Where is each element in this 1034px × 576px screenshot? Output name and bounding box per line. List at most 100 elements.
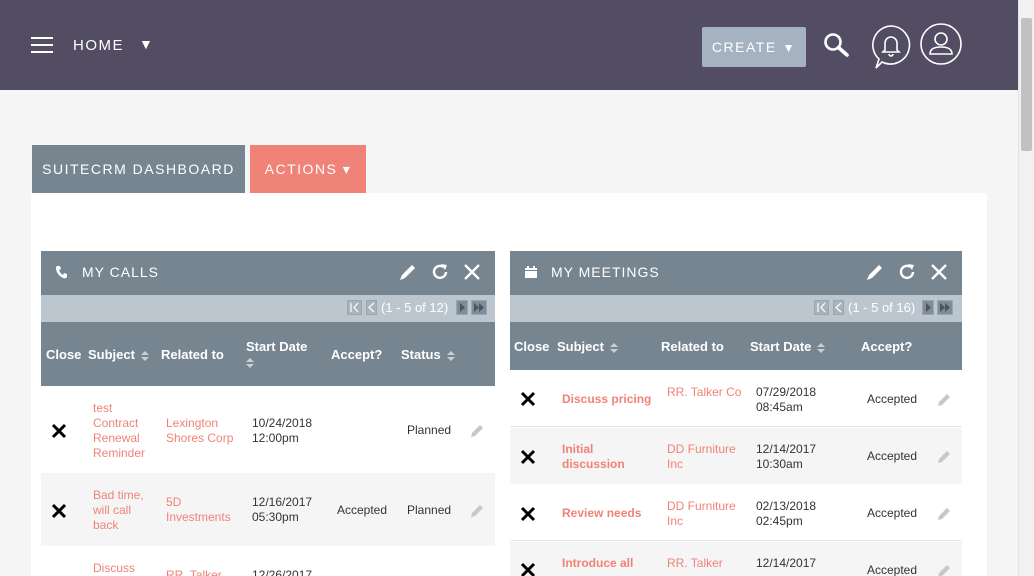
menu-icon[interactable] [31,37,53,53]
table-row: Discuss RR. Talker 12/26/2017 [41,546,495,576]
home-dropdown-caret-icon[interactable]: ▼ [139,36,153,52]
column-header-accept: Accept? [331,347,383,362]
edit-pencil-icon[interactable] [469,423,485,439]
table-row: Discuss pricing RR. Talker Co 07/29/2018… [510,370,962,427]
column-header-close: Close [514,339,550,354]
table-header: Close Subject Related to Start Date Acce… [41,322,495,386]
call-subject-link[interactable]: Bad time, will call back [93,488,151,533]
column-header-label: Status [401,347,441,362]
column-header-label: Start Date [246,339,308,354]
pagination-count: (1 - 5 of 12) [381,300,449,315]
pagination-count: (1 - 5 of 16) [848,300,916,315]
meeting-subject-link[interactable]: Review needs [562,506,657,521]
dashlet-title: MY CALLS [82,264,159,280]
create-button-label: CREATE [711,39,777,55]
home-nav-label[interactable]: HOME [73,37,124,54]
calendar-icon [525,266,537,278]
close-meeting-icon[interactable] [520,449,536,465]
table-row: test Contract Renewal Reminder Lexington… [41,386,495,473]
prev-page-icon[interactable] [833,300,844,315]
table-row: Introduce all RR. Talker 12/14/2017 Acce… [510,542,962,576]
refresh-icon[interactable] [896,261,918,283]
top-navigation-bar: HOME ▼ CREATE ▼ [0,0,1018,90]
search-icon[interactable] [822,32,850,60]
table-row: Bad time, will call back 5D Investments … [41,473,495,546]
column-header-status[interactable]: Status [401,347,455,362]
column-header-close: Close [46,347,82,362]
meeting-related-link[interactable]: RR. Talker [667,556,742,571]
call-related-link[interactable]: Lexington Shores Corp [166,416,241,446]
meeting-subject-link[interactable]: Discuss pricing [562,392,657,407]
close-dashlet-icon[interactable] [928,261,950,283]
create-button[interactable]: CREATE ▼ [702,27,806,67]
column-header-subject[interactable]: Subject [88,347,149,362]
close-dashlet-icon[interactable] [461,261,483,283]
sort-icon [817,342,826,353]
last-page-icon[interactable] [471,300,487,315]
meeting-subject-link[interactable]: Initial discussion [562,442,632,472]
first-page-icon[interactable] [814,300,829,315]
call-subject-link[interactable]: Discuss [93,561,151,576]
next-page-icon[interactable] [456,300,468,315]
refresh-icon[interactable] [429,261,451,283]
column-header-subject[interactable]: Subject [557,339,618,354]
page-scrollbar[interactable] [1018,0,1034,576]
scrollbar-thumb[interactable] [1021,18,1032,151]
call-start-date: 10/24/2018 12:00pm [252,416,313,445]
edit-dashlet-icon[interactable] [864,261,886,283]
meeting-accept-status: Accepted [867,506,918,520]
meeting-related-link[interactable]: DD Furniture Inc [667,499,742,529]
tab-suitecrm-dashboard[interactable]: SUITECRM DASHBOARD [32,145,245,193]
call-related-link[interactable]: RR. Talker [166,568,241,576]
column-header-label: Subject [88,347,135,362]
meeting-subject-link[interactable]: Introduce all [562,556,642,571]
close-meeting-icon[interactable] [520,391,536,407]
call-related-link[interactable]: 5D Investments [166,495,241,525]
user-profile-icon[interactable] [920,23,962,65]
edit-pencil-icon[interactable] [936,563,952,576]
meeting-start-date: 07/29/2018 08:45am [756,385,817,414]
call-subject-link[interactable]: test Contract Renewal Reminder [93,401,153,461]
column-header-start-date[interactable]: Start Date [246,339,307,369]
last-page-icon[interactable] [937,300,953,315]
table-header: Close Subject Related to Start Date Acce… [510,322,962,370]
dashlet-header: MY MEETINGS [510,251,962,295]
meeting-start-date: 12/14/2017 [756,556,817,570]
close-call-icon[interactable] [51,503,67,519]
actions-dropdown-button[interactable]: ACTIONS ▾ [250,145,366,193]
prev-page-icon[interactable] [366,300,377,315]
column-header-start-date[interactable]: Start Date [750,339,826,354]
edit-dashlet-icon[interactable] [397,261,419,283]
meeting-related-link[interactable]: RR. Talker Co [667,385,742,400]
next-page-icon[interactable] [922,300,934,315]
call-status: Planned [407,423,452,437]
create-caret-icon: ▼ [782,41,797,55]
meeting-accept-status: Accepted [867,563,918,576]
edit-pencil-icon[interactable] [936,449,952,465]
close-call-icon[interactable] [51,423,67,439]
call-accept-status: Accepted [337,503,388,517]
column-header-related-to: Related to [161,347,224,362]
edit-pencil-icon[interactable] [469,503,485,519]
notification-bell-icon[interactable] [870,24,912,70]
close-meeting-icon[interactable] [520,506,536,522]
dashlet-header: MY CALLS [41,251,495,295]
call-start-date: 12/16/2017 05:30pm [252,495,313,524]
call-start-date: 12/26/2017 [252,568,313,576]
meeting-start-date: 12/14/2017 10:30am [756,442,817,471]
close-meeting-icon[interactable] [520,562,536,576]
column-header-label: Start Date [750,339,812,354]
sort-icon [246,357,254,368]
meeting-accept-status: Accepted [867,449,918,463]
sort-icon [446,350,455,361]
meeting-start-date: 02/13/2018 02:45pm [756,499,817,528]
edit-pencil-icon[interactable] [936,506,952,522]
edit-pencil-icon[interactable] [936,392,952,408]
sort-icon [609,342,618,353]
sort-icon [140,350,149,361]
first-page-icon[interactable] [347,300,362,315]
phone-icon [56,266,67,279]
column-header-label: Subject [557,339,604,354]
meeting-related-link[interactable]: DD Furniture Inc [667,442,742,472]
table-row: Initial discussion DD Furniture Inc 12/1… [510,428,962,484]
